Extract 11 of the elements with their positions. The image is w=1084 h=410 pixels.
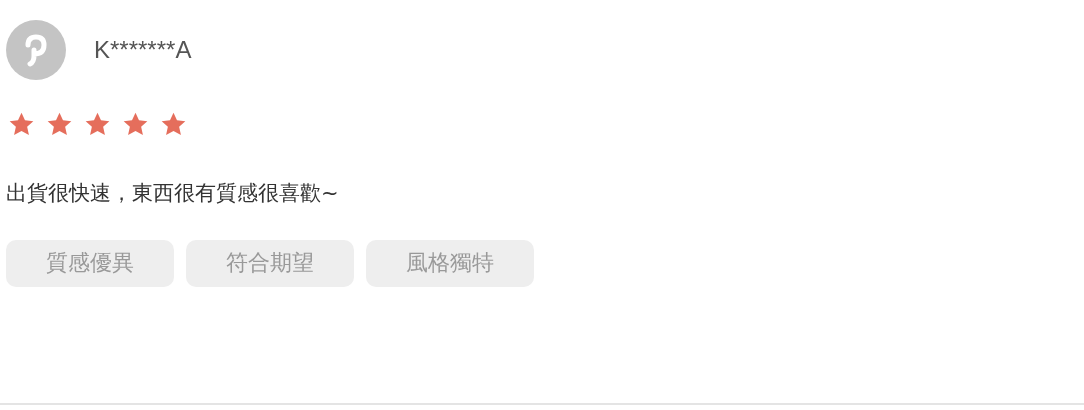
avatar-icon xyxy=(6,20,66,80)
review-tag: 風格獨特 xyxy=(366,239,534,287)
review-tag: 符合期望 xyxy=(186,239,354,287)
star-icon xyxy=(122,110,149,138)
star-icon xyxy=(84,110,111,138)
review-comment: 出貨很快速，東西很有質感很喜歡~ xyxy=(6,179,340,207)
star-icon xyxy=(46,110,73,138)
star-icon xyxy=(8,110,35,138)
username: K*******A xyxy=(94,36,192,64)
star-icon xyxy=(160,110,187,138)
review-tag: 質感優異 xyxy=(6,239,174,287)
